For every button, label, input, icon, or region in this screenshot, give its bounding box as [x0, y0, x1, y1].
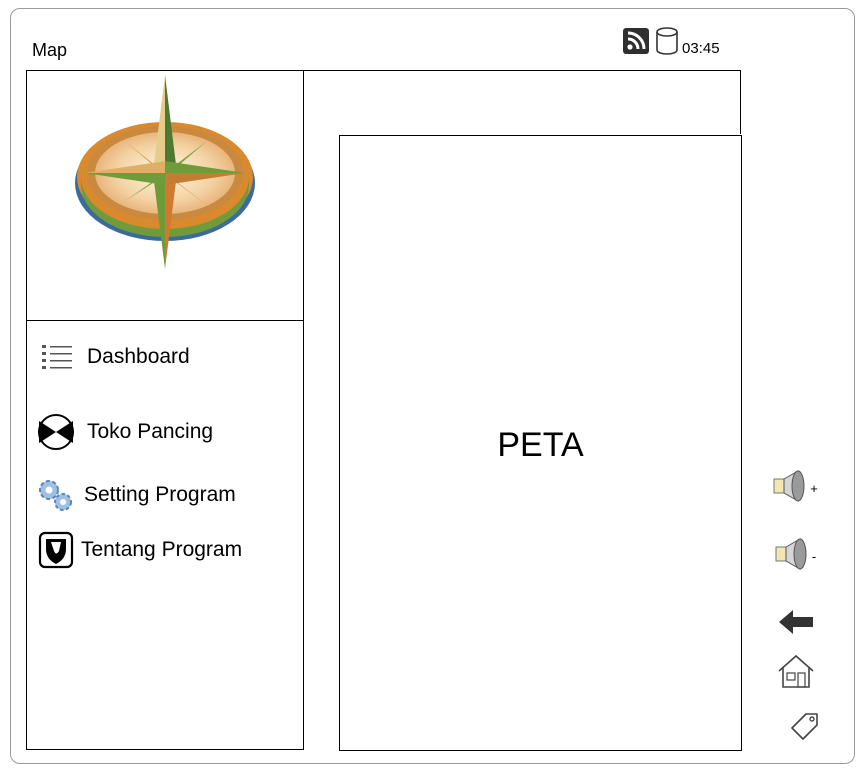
bowtie-icon: [35, 413, 77, 451]
back-button[interactable]: [776, 608, 816, 640]
list-icon: [39, 341, 75, 373]
tag-icon: [790, 711, 820, 746]
sidebar-item-toko-pancing[interactable]: Toko Pancing: [35, 413, 213, 451]
map-label: PETA: [497, 426, 584, 464]
volume-down-button[interactable]: -: [766, 537, 822, 576]
volume-up-button[interactable]: +: [766, 469, 822, 508]
top-panel: [304, 70, 741, 134]
sidebar-item-tentang-program[interactable]: Tentang Program: [37, 531, 242, 569]
sidebar-item-label: Tentang Program: [81, 538, 243, 561]
sidebar-item-label: Dashboard: [87, 345, 190, 368]
home-icon: [777, 653, 815, 694]
gears-icon: [35, 478, 77, 512]
sidebar-item-dashboard[interactable]: Dashboard: [39, 341, 190, 373]
speaker-icon: [772, 537, 812, 576]
status-bar: 03:45: [622, 26, 720, 61]
sidebar-item-label: Toko Pancing: [87, 420, 214, 443]
sidebar-item-setting-program[interactable]: Setting Program: [35, 478, 236, 512]
arrow-left-icon: [777, 608, 815, 641]
map-panel[interactable]: PETA: [339, 135, 742, 751]
clock-time: 03:45: [682, 39, 720, 57]
compass-logo: [75, 75, 255, 269]
database-icon: [655, 26, 679, 61]
page-title: Map: [32, 40, 68, 60]
rss-icon: [622, 27, 650, 60]
volume-up-sign: +: [810, 480, 818, 496]
logo-area: [27, 71, 303, 321]
sidebar-item-label: Setting Program: [84, 483, 236, 506]
tag-button[interactable]: [788, 712, 822, 744]
sidebar: Dashboard Toko Pancing Setting Program T…: [26, 70, 304, 750]
shield-icon: [37, 531, 75, 569]
home-button[interactable]: [776, 654, 816, 692]
speaker-icon: [770, 469, 810, 508]
volume-down-sign: -: [811, 548, 817, 564]
